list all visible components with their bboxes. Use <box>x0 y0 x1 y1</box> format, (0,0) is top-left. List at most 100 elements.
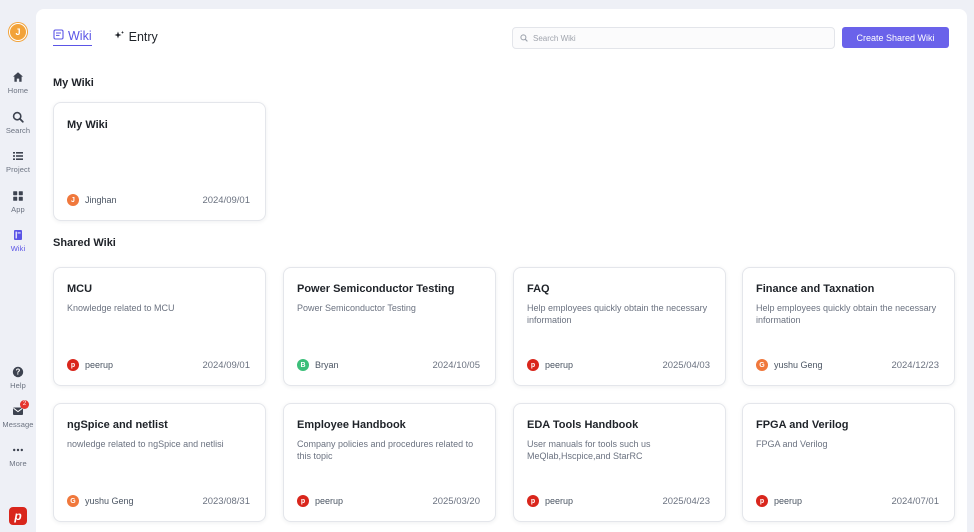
card-date: 2024/07/01 <box>891 495 939 507</box>
wiki-card[interactable]: Employee Handbook Company policies and pr… <box>283 403 496 522</box>
help-icon: ? <box>12 366 24 378</box>
wiki-card[interactable]: ngSpice and netlist nowledge related to n… <box>53 403 266 522</box>
wiki-card[interactable]: FPGA and Verilog FPGA and Verilog p peerup 2… <box>742 403 955 522</box>
rail-label-home: Home <box>7 86 29 95</box>
card-author: J Jinghan <box>67 194 117 206</box>
card-title: EDA Tools Handbook <box>527 419 639 431</box>
rail-item-app[interactable]: App <box>0 190 36 230</box>
rail-label-more: More <box>9 459 27 468</box>
card-author: Gyushu Geng <box>756 359 823 371</box>
card-title: Finance and Taxnation <box>756 283 875 295</box>
brand-logo[interactable]: p <box>9 507 27 525</box>
author-avatar: G <box>67 495 79 507</box>
card-title: FPGA and Verilog <box>756 419 849 431</box>
rail-item-more[interactable]: More <box>0 444 36 483</box>
card-title: Power Semiconductor Testing <box>297 283 455 295</box>
tab-entry-label: Entry <box>128 29 158 44</box>
card-title: FAQ <box>527 283 550 295</box>
author-name: Jinghan <box>85 195 117 205</box>
author-avatar: p <box>527 359 539 371</box>
author-name: peerup <box>315 496 344 506</box>
search-icon <box>520 29 528 47</box>
rail-label-search: Search <box>5 125 31 135</box>
rail-label-app: App <box>11 204 25 214</box>
rail-item-message[interactable]: 2 Message <box>0 400 36 444</box>
sparkle-icon <box>114 30 125 44</box>
card-author: p peerup <box>297 495 343 507</box>
card-description: Power Semiconductor Testing <box>297 303 416 313</box>
tab-entry[interactable]: Entry <box>114 27 158 46</box>
author-name: yushu Geng <box>774 360 823 370</box>
author-name: yushu Geng <box>85 496 134 506</box>
rail-item-home[interactable]: Home <box>0 71 36 111</box>
rail-label-message: Message <box>2 420 34 429</box>
card-footer: p peerup 2024/09/01 <box>67 359 250 371</box>
card-footer: p peerup 2025/03/20 <box>297 495 480 507</box>
rail-nav: Home Search Project App Wiki <box>0 71 36 269</box>
rail-item-wiki[interactable]: Wiki <box>0 229 36 269</box>
card-date: 2024/09/01 <box>202 194 250 206</box>
more-icon <box>12 444 24 456</box>
card-footer: p peerup 2025/04/23 <box>527 495 710 507</box>
card-date: 2025/03/20 <box>432 495 480 507</box>
rail-label-help: Help <box>10 381 26 390</box>
card-title: MCU <box>67 283 93 295</box>
card-title: My Wiki <box>67 119 108 131</box>
search-box <box>512 27 835 49</box>
card-date: 2024/10/05 <box>432 359 480 371</box>
card-footer: p peerup 2025/04/03 <box>527 359 710 371</box>
author-avatar: B <box>297 359 309 371</box>
card-author: p peerup <box>527 359 573 371</box>
rail-item-help[interactable]: ? Help <box>0 366 36 405</box>
message-badge: 2 <box>20 400 29 409</box>
card-footer: p peerup 2024/07/01 <box>756 495 939 507</box>
home-icon <box>12 71 24 83</box>
card-description: Help employees quickly obtain the necess… <box>756 303 937 325</box>
card-author: Gyushu Geng <box>67 495 134 507</box>
author-avatar: J <box>67 194 79 206</box>
rail-item-search[interactable]: Search <box>0 111 36 151</box>
card-description: nowledge related to ngSpice and netlisi <box>67 439 224 449</box>
wiki-card[interactable]: MCU Knowledge related to MCU p peerup 2024/0… <box>53 267 266 386</box>
grid-icon <box>12 190 24 202</box>
search-icon <box>12 111 24 123</box>
wiki-card[interactable]: FAQ Help employees quickly obtain the nec… <box>513 267 726 386</box>
svg-text:?: ? <box>16 368 21 377</box>
document-icon <box>53 28 64 43</box>
shared-wiki-heading: Shared Wiki <box>53 237 116 249</box>
rail-label-project: Project <box>5 165 31 174</box>
card-footer: B Bryan 2024/10/05 <box>297 359 480 371</box>
user-avatar[interactable]: J <box>9 23 27 41</box>
rail-item-project[interactable]: Project <box>0 150 36 190</box>
create-shared-wiki-button[interactable]: Create Shared Wiki <box>842 27 949 48</box>
card-footer: Gyushu Geng 2023/08/31 <box>67 495 250 507</box>
main-panel: Wiki Entry Create Shared Wiki My Wiki Sh… <box>36 9 967 532</box>
author-name: Bryan <box>315 360 339 370</box>
card-footer: Gyushu Geng 2024/12/23 <box>756 359 939 371</box>
list-icon <box>12 150 24 162</box>
my-wiki-heading: My Wiki <box>53 77 94 89</box>
rail-bottom: ? Help 2 Message More <box>0 366 36 483</box>
card-description: Knowledge related to MCU <box>67 303 175 313</box>
author-avatar: p <box>297 495 309 507</box>
card-author: p peerup <box>67 359 113 371</box>
card-title: Employee Handbook <box>297 419 406 431</box>
author-name: peerup <box>85 360 114 370</box>
wiki-card[interactable]: EDA Tools Handbook User manuals for tools… <box>513 403 726 522</box>
author-name: peerup <box>545 360 574 370</box>
card-description: FPGA and Verilog <box>756 439 828 449</box>
author-name: peerup <box>545 496 574 506</box>
wiki-card[interactable]: My Wiki J Jinghan 2024/09/01 <box>53 102 266 221</box>
wiki-card[interactable]: Finance and Taxnation Help employees quic… <box>742 267 955 386</box>
card-date: 2024/12/23 <box>891 359 939 371</box>
tab-wiki[interactable]: Wiki <box>53 27 92 46</box>
wiki-card[interactable]: Power Semiconductor Testing Power Semicon… <box>283 267 496 386</box>
search-input[interactable] <box>533 33 813 43</box>
card-date: 2025/04/03 <box>662 359 710 371</box>
rail-label-wiki: Wiki <box>10 244 26 253</box>
card-author: B Bryan <box>297 359 339 371</box>
author-name: peerup <box>774 496 803 506</box>
card-author: p peerup <box>756 495 802 507</box>
tab-bar: Wiki Entry <box>53 27 158 46</box>
author-avatar: p <box>527 495 539 507</box>
